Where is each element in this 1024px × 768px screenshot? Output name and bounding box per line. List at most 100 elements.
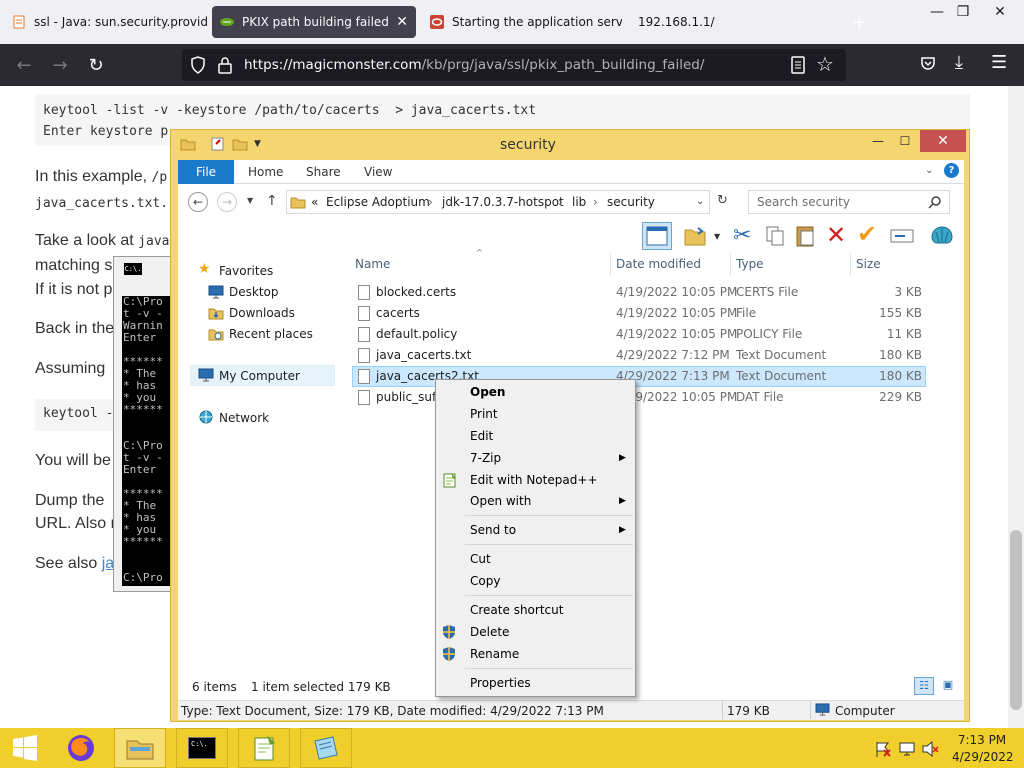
scrollbar-thumb[interactable] — [1010, 530, 1022, 710]
column-divider[interactable] — [610, 254, 611, 276]
refresh-icon[interactable]: ↻ — [717, 193, 728, 208]
nav-favorites[interactable]: Favorites — [219, 264, 273, 278]
preview-pane-button[interactable] — [642, 222, 672, 250]
taskbar-notepad[interactable] — [300, 728, 352, 768]
tab-router[interactable]: 192.168.1.1/ — [630, 6, 830, 38]
forward-arrow-icon[interactable]: → — [48, 53, 72, 77]
file-row-java-cacerts[interactable]: java_cacerts.txt 4/29/2022 7:12 PM Text … — [352, 345, 926, 366]
column-type[interactable]: Type — [736, 257, 764, 271]
start-button[interactable] — [0, 728, 50, 768]
explorer-close-icon[interactable]: ✕ — [920, 130, 966, 152]
bookmark-star-icon[interactable]: ☆ — [816, 52, 834, 76]
copy-icon[interactable] — [764, 225, 786, 247]
tab-home[interactable]: Home — [248, 160, 283, 184]
cmd-console-output[interactable]: C:\Pro t -v - Warnin Enter ****** * The … — [122, 296, 171, 586]
explorer-maximize-icon[interactable]: ☐ — [893, 131, 917, 151]
pocket-icon[interactable] — [920, 56, 936, 72]
menu-item-print[interactable]: Print — [470, 407, 498, 421]
breadcrumb-overflow[interactable]: « — [311, 195, 318, 209]
maximize-icon[interactable]: ❐ — [946, 0, 980, 24]
nav-downloads[interactable]: Downloads — [229, 306, 295, 320]
file-row-cacerts[interactable]: cacerts 4/19/2022 10:05 PM File 155 KB — [352, 303, 926, 324]
recent-locations-icon[interactable]: ▼ — [247, 196, 253, 205]
reader-view-icon[interactable] — [790, 56, 806, 74]
menu-item-delete[interactable]: Delete — [470, 625, 509, 639]
rename-icon[interactable] — [890, 227, 914, 245]
address-dropdown-icon[interactable]: ⌄ — [696, 196, 704, 207]
menu-item-create-shortcut[interactable]: Create shortcut — [470, 603, 563, 617]
file-row-default-policy[interactable]: default.policy 4/19/2022 10:05 PM POLICY… — [352, 324, 926, 345]
back-button[interactable]: ← — [188, 192, 208, 212]
delete-icon[interactable]: ✕ — [826, 221, 846, 249]
new-tab-button[interactable]: + — [852, 12, 867, 33]
nav-recent-places[interactable]: Recent places — [229, 327, 313, 341]
menu-icon[interactable]: ☰ — [991, 52, 1007, 73]
volume-muted-icon[interactable] — [921, 740, 939, 758]
paste-icon[interactable] — [794, 224, 818, 248]
column-name[interactable]: Name — [355, 257, 390, 271]
help-icon[interactable]: ? — [944, 163, 959, 178]
taskbar-firefox[interactable] — [58, 728, 104, 768]
menu-item-cut[interactable]: Cut — [470, 552, 491, 566]
up-arrow-icon[interactable]: ↑ — [266, 193, 278, 209]
menu-item-properties[interactable]: Properties — [470, 676, 531, 690]
cut-icon[interactable]: ✂ — [733, 223, 751, 248]
back-arrow-icon[interactable]: ← — [12, 53, 36, 77]
lock-icon[interactable] — [218, 56, 232, 74]
column-divider[interactable] — [730, 254, 731, 276]
action-center-flag-icon[interactable] — [874, 740, 892, 758]
tab-pkix-path[interactable]: PKIX path building failed: Sun ✕ — [212, 6, 416, 38]
move-to-folder-icon[interactable] — [684, 225, 708, 247]
check-icon[interactable]: ✔ — [857, 220, 877, 248]
close-window-icon[interactable]: ✕ — [983, 0, 1017, 24]
taskbar-command-prompt[interactable]: C:\. — [176, 728, 228, 768]
shield-icon[interactable] — [190, 56, 206, 74]
download-icon[interactable]: ⤓ — [955, 52, 963, 73]
menu-item-copy[interactable]: Copy — [470, 574, 500, 588]
tab-file[interactable]: File — [178, 160, 234, 184]
close-tab-icon[interactable]: ✕ — [396, 14, 408, 30]
taskbar-notepad-plus-plus[interactable] — [238, 728, 290, 768]
menu-item-open-with[interactable]: Open with — [470, 494, 531, 508]
menu-item-open[interactable]: Open — [470, 385, 505, 399]
properties-shell-icon[interactable] — [930, 224, 954, 248]
menu-item-send-to[interactable]: Send to — [470, 523, 516, 537]
quick-access-dropdown-icon[interactable]: ▼ — [254, 139, 261, 149]
organize-dropdown-icon[interactable]: ▼ — [714, 232, 720, 241]
properties-icon[interactable] — [210, 136, 226, 152]
nav-network[interactable]: Network — [219, 411, 269, 425]
explorer-title-bar[interactable] — [170, 129, 970, 159]
breadcrumb-security[interactable]: security — [607, 195, 655, 209]
tab-share[interactable]: Share — [306, 160, 341, 184]
file-row-blocked-certs[interactable]: blocked.certs 4/19/2022 10:05 PM CERTS F… — [352, 282, 926, 303]
large-icons-view-icon[interactable]: ▣ — [938, 677, 958, 695]
breadcrumb-eclipse-adoptium[interactable]: Eclipse Adoptium — [326, 195, 430, 209]
breadcrumb-lib[interactable]: lib — [572, 195, 586, 209]
nav-desktop[interactable]: Desktop — [229, 285, 279, 299]
explorer-minimize-icon[interactable]: — — [866, 131, 890, 151]
column-size[interactable]: Size — [856, 257, 881, 271]
tab-starting-app-server[interactable]: Starting the application server w — [422, 6, 622, 38]
ribbon-expand-icon[interactable]: ⌄ — [925, 165, 933, 176]
network-tray-icon[interactable] — [898, 740, 916, 758]
breadcrumb-jdk[interactable]: jdk-17.0.3.7-hotspot — [442, 195, 564, 209]
forward-button[interactable]: → — [217, 192, 237, 212]
menu-item-rename[interactable]: Rename — [470, 647, 519, 661]
details-view-icon[interactable]: ☷ — [914, 677, 934, 695]
url-text[interactable]: https://magicmonster.com/kb/prg/java/ssl… — [244, 57, 704, 73]
search-icon[interactable] — [928, 195, 942, 209]
nav-my-computer[interactable]: My Computer — [219, 369, 300, 383]
chevron-right-icon[interactable]: › — [593, 195, 598, 209]
taskbar-clock[interactable]: 7:13 PM 4/29/2022 — [952, 733, 1014, 764]
taskbar-file-explorer[interactable] — [114, 728, 166, 768]
menu-item-7zip[interactable]: 7-Zip — [470, 451, 501, 465]
chevron-right-icon[interactable]: › — [558, 195, 563, 209]
tab-view[interactable]: View — [364, 160, 392, 184]
new-folder-icon[interactable] — [232, 136, 248, 152]
menu-item-edit-notepad[interactable]: Edit with Notepad++ — [470, 473, 597, 487]
column-divider[interactable] — [850, 254, 851, 276]
tab-ssl-java[interactable]: ssl - Java: sun.security.provider.c — [4, 6, 208, 38]
reload-icon[interactable]: ↻ — [84, 53, 108, 77]
menu-item-edit[interactable]: Edit — [470, 429, 493, 443]
chevron-right-icon[interactable]: › — [428, 195, 433, 209]
